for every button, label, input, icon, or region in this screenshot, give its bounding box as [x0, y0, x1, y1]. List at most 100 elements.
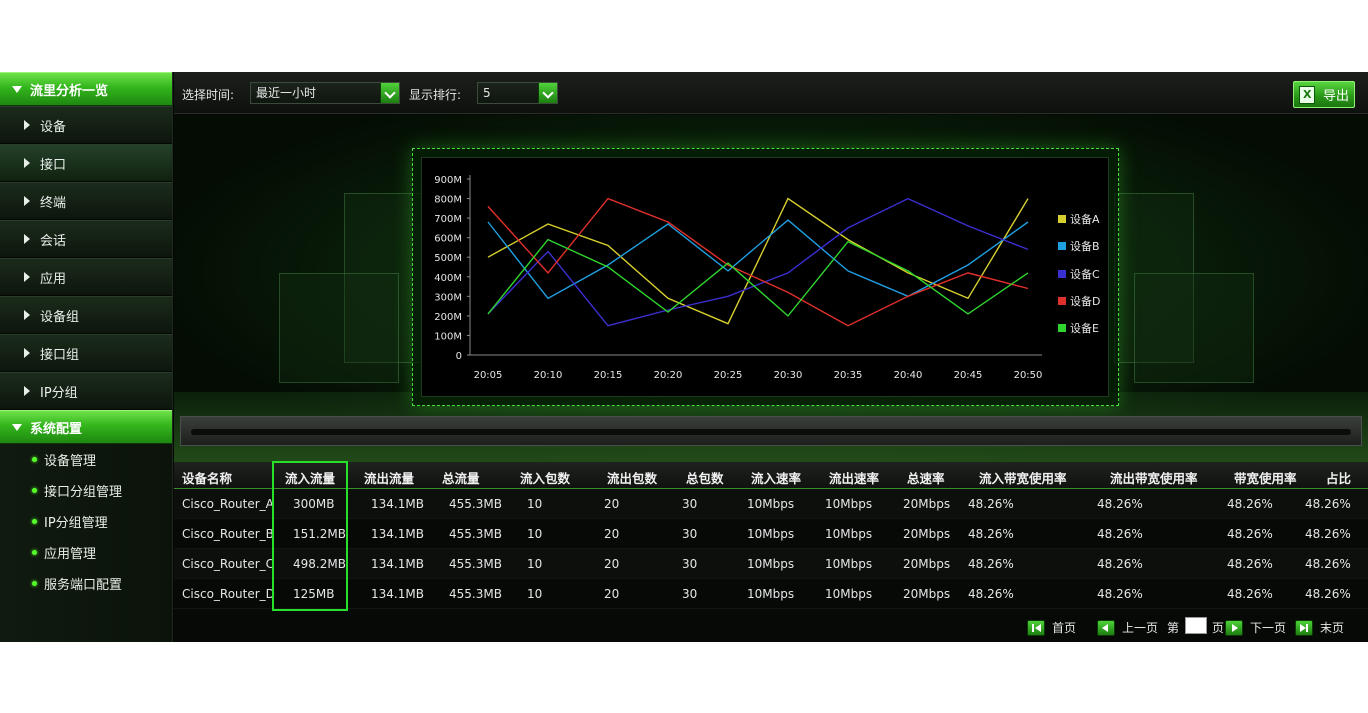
- sidebar-item-terminal[interactable]: 终端: [0, 182, 172, 220]
- header-inbound-rate[interactable]: 流入速率: [751, 468, 801, 487]
- triangle-right-icon: [24, 386, 30, 396]
- y-tick-label: 700M: [434, 214, 462, 225]
- sidebar-item-device-group[interactable]: 设备组: [0, 296, 172, 334]
- cell-outbound-packets: 20: [604, 527, 620, 541]
- sidebar-section-system-config[interactable]: 系统配置: [0, 410, 172, 444]
- first-page-button[interactable]: 首页: [1027, 619, 1076, 636]
- last-page-button[interactable]: 末页: [1295, 619, 1344, 636]
- header-outbound-traffic[interactable]: 流出流量: [364, 468, 414, 487]
- cell-share: 48.26%: [1305, 557, 1351, 571]
- sidebar-subitem-device-management[interactable]: 设备管理: [0, 444, 172, 475]
- header-inbound-packets[interactable]: 流入包数: [520, 468, 570, 487]
- series-line-1: [487, 197, 1029, 325]
- pagination: 首页 上一页 第 页 下一页 末页: [174, 610, 1368, 642]
- cell-inbound-rate: 10Mbps: [747, 557, 795, 571]
- traffic-line-chart: 0 100M 200M 300M 400M 500M 600M 700M 800M 900M 20:…: [421, 157, 1109, 397]
- header-total-rate[interactable]: 总速率: [907, 468, 945, 487]
- legend-label: 设备C: [1070, 268, 1100, 281]
- bullet-dot-icon: [32, 488, 37, 493]
- cell-total-rate: 20Mbps: [903, 527, 951, 541]
- header-outbound-packets[interactable]: 流出包数: [607, 468, 657, 487]
- cell-inbound-bandwidth: 48.26%: [968, 587, 1014, 601]
- legend-swatch: [1058, 297, 1066, 305]
- y-tick-label: 600M: [434, 234, 462, 245]
- sidebar-item-application[interactable]: 应用: [0, 258, 172, 296]
- header-outbound-rate[interactable]: 流出速率: [829, 468, 879, 487]
- legend-label: 设备D: [1070, 295, 1101, 308]
- header-outbound-bandwidth[interactable]: 流出带宽使用率: [1110, 468, 1198, 487]
- next-page-button[interactable]: 下一页: [1225, 619, 1286, 636]
- rank-select-value: 5: [483, 86, 491, 100]
- legend-item-e: 设备E: [1058, 320, 1099, 336]
- chart-svg: 0 100M 200M 300M 400M 500M 600M 700M 800M 900M 20:…: [434, 175, 1042, 381]
- x-tick-label: 20:25: [714, 370, 743, 381]
- prev-page-button[interactable]: 上一页: [1097, 619, 1158, 636]
- header-device-name[interactable]: 设备名称: [182, 468, 232, 487]
- triangle-right-icon: [24, 348, 30, 358]
- sidebar-subitem-service-port-config[interactable]: 服务端口配置: [0, 568, 172, 599]
- x-tick-label: 20:05: [474, 370, 503, 381]
- table-row[interactable]: Cisco_Router_A 300MB 134.1MB 455.3MB 10 …: [174, 489, 1368, 519]
- sidebar-subitem-interface-group-management[interactable]: 接口分组管理: [0, 475, 172, 506]
- header-inbound-traffic[interactable]: 流入流量: [285, 468, 335, 487]
- sidebar-subitem-ip-group-management[interactable]: IP分组管理: [0, 506, 172, 537]
- sidebar: 流里分析一览 设备 接口 终端 会话 应用 设备组 接口组 IP分组 系统配置 …: [0, 72, 173, 642]
- y-tick-label: 100M: [434, 331, 462, 342]
- cell-total-packets: 30: [682, 557, 698, 571]
- header-inbound-bandwidth[interactable]: 流入带宽使用率: [979, 468, 1067, 487]
- sidebar-item-interface[interactable]: 接口: [0, 144, 172, 182]
- legend-label: 设备E: [1070, 322, 1099, 335]
- triangle-down-icon: [12, 85, 22, 93]
- table-row[interactable]: Cisco_Router_D 125MB 134.1MB 455.3MB 10 …: [174, 579, 1368, 609]
- time-select[interactable]: 最近一小时: [250, 82, 400, 104]
- sidebar-section-traffic-overview[interactable]: 流里分析一览: [0, 72, 172, 106]
- header-share[interactable]: 占比: [1326, 468, 1351, 487]
- export-button[interactable]: 导出: [1293, 81, 1355, 108]
- cell-outbound-rate: 10Mbps: [825, 557, 873, 571]
- cell-inbound-traffic: 151.2MB: [293, 527, 346, 541]
- header-bandwidth-usage[interactable]: 带宽使用率: [1234, 468, 1297, 487]
- cell-device-name: Cisco_Router_B: [182, 527, 274, 541]
- excel-icon: [1299, 85, 1315, 104]
- cell-inbound-packets: 10: [527, 557, 543, 571]
- triangle-right-icon: [24, 234, 30, 244]
- table-body: Cisco_Router_A 300MB 134.1MB 455.3MB 10 …: [174, 489, 1368, 609]
- sidebar-subitem-label: 应用管理: [44, 547, 97, 562]
- legend-item-c: 设备C: [1058, 266, 1100, 282]
- sidebar-item-label: IP分组: [40, 385, 78, 401]
- next-page-icon: [1225, 619, 1243, 636]
- cell-total-traffic: 455.3MB: [449, 497, 502, 511]
- x-tick-label: 20:15: [594, 370, 623, 381]
- cell-total-traffic: 455.3MB: [449, 557, 502, 571]
- x-tick-label: 20:30: [774, 370, 803, 381]
- sidebar-item-ip-group[interactable]: IP分组: [0, 372, 172, 410]
- section-title: 系统配置: [30, 421, 83, 437]
- sidebar-item-session[interactable]: 会话: [0, 220, 172, 258]
- sidebar-item-device[interactable]: 设备: [0, 106, 172, 144]
- cell-outbound-traffic: 134.1MB: [371, 557, 424, 571]
- chart-scene-background: 0 100M 200M 300M 400M 500M 600M 700M 800M 900M 20:…: [174, 115, 1368, 462]
- table-row[interactable]: Cisco_Router_B 151.2MB 134.1MB 455.3MB 1…: [174, 519, 1368, 549]
- sidebar-item-interface-group[interactable]: 接口组: [0, 334, 172, 372]
- table-row[interactable]: Cisco_Router_C 498.2MB 134.1MB 455.3MB 1…: [174, 549, 1368, 579]
- header-total-traffic[interactable]: 总流量: [442, 468, 480, 487]
- section-title: 流里分析一览: [30, 83, 109, 99]
- scrollbar-track[interactable]: [191, 429, 1351, 435]
- cell-bandwidth-usage: 48.26%: [1227, 557, 1273, 571]
- cell-device-name: Cisco_Router_D: [182, 587, 275, 601]
- cell-inbound-rate: 10Mbps: [747, 587, 795, 601]
- sidebar-subitem-label: 设备管理: [44, 454, 97, 469]
- page-prefix: 第: [1167, 621, 1180, 635]
- bullet-dot-icon: [32, 519, 37, 524]
- cell-total-traffic: 455.3MB: [449, 527, 502, 541]
- sidebar-subitem-application-management[interactable]: 应用管理: [0, 537, 172, 568]
- sidebar-item-label: 接口组: [40, 347, 80, 363]
- cell-outbound-traffic: 134.1MB: [371, 527, 424, 541]
- cell-bandwidth-usage: 48.26%: [1227, 587, 1273, 601]
- cell-outbound-rate: 10Mbps: [825, 497, 873, 511]
- rank-select[interactable]: 5: [477, 82, 558, 104]
- horizontal-scrollbar[interactable]: [180, 416, 1362, 446]
- y-tick-label: 400M: [434, 273, 462, 284]
- page-number-input[interactable]: [1185, 617, 1207, 634]
- header-total-packets[interactable]: 总包数: [686, 468, 724, 487]
